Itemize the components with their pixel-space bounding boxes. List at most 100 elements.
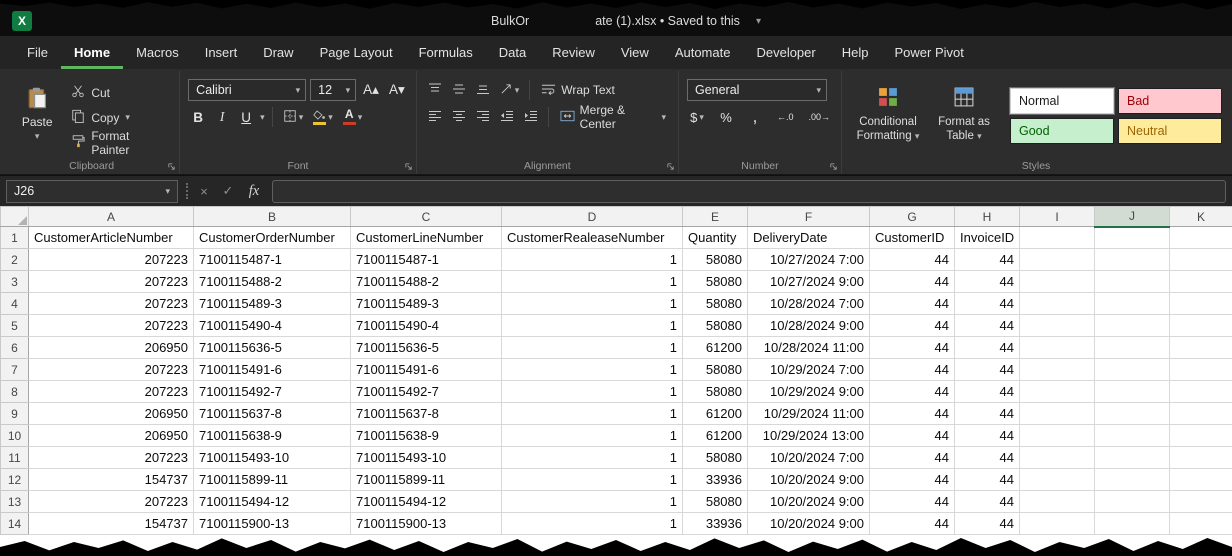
- cell-F5[interactable]: 10/28/2024 9:00: [748, 315, 870, 337]
- cell-A7[interactable]: 207223: [29, 359, 194, 381]
- cancel-entry-icon[interactable]: ×: [196, 184, 212, 199]
- column-header-K[interactable]: K: [1170, 207, 1232, 227]
- cell-F10[interactable]: 10/29/2024 13:00: [748, 425, 870, 447]
- cell-I4[interactable]: [1020, 293, 1095, 315]
- cell-G9[interactable]: 44: [870, 403, 955, 425]
- orientation-button[interactable]: ▾: [497, 79, 523, 101]
- cell-G1[interactable]: CustomerID: [870, 227, 955, 249]
- cell-F4[interactable]: 10/28/2024 7:00: [748, 293, 870, 315]
- cell-K11[interactable]: [1170, 447, 1232, 469]
- cell-B7[interactable]: 7100115491-6: [194, 359, 351, 381]
- cell-G5[interactable]: 44: [870, 315, 955, 337]
- cell-I9[interactable]: [1020, 403, 1095, 425]
- cell-D1[interactable]: CustomerRealeaseNumber: [502, 227, 683, 249]
- underline-button[interactable]: U: [236, 106, 256, 128]
- cell-I14[interactable]: [1020, 513, 1095, 535]
- column-header-C[interactable]: C: [351, 207, 502, 227]
- cell-I1[interactable]: [1020, 227, 1095, 249]
- italic-button[interactable]: I: [212, 106, 232, 128]
- cell-A4[interactable]: 207223: [29, 293, 194, 315]
- cell-G8[interactable]: 44: [870, 381, 955, 403]
- cell-C13[interactable]: 7100115494-12: [351, 491, 502, 513]
- cell-J6[interactable]: [1095, 337, 1170, 359]
- cell-H7[interactable]: 44: [955, 359, 1020, 381]
- cell-H9[interactable]: 44: [955, 403, 1020, 425]
- ribbon-tab-macros[interactable]: Macros: [123, 36, 192, 69]
- cell-D14[interactable]: 1: [502, 513, 683, 535]
- align-center-button[interactable]: [449, 106, 469, 128]
- cell-B6[interactable]: 7100115636-5: [194, 337, 351, 359]
- cell-I6[interactable]: [1020, 337, 1095, 359]
- font-color-button[interactable]: A ▾: [340, 106, 366, 128]
- cell-A14[interactable]: 154737: [29, 513, 194, 535]
- cell-B8[interactable]: 7100115492-7: [194, 381, 351, 403]
- cell-style-neutral[interactable]: Neutral: [1118, 118, 1222, 144]
- cell-D10[interactable]: 1: [502, 425, 683, 447]
- cell-K4[interactable]: [1170, 293, 1232, 315]
- increase-indent-button[interactable]: [521, 106, 541, 128]
- cell-A10[interactable]: 206950: [29, 425, 194, 447]
- row-header-10[interactable]: 10: [1, 425, 29, 447]
- cell-F9[interactable]: 10/29/2024 11:00: [748, 403, 870, 425]
- cell-E3[interactable]: 58080: [683, 271, 748, 293]
- cell-C3[interactable]: 7100115488-2: [351, 271, 502, 293]
- cell-style-bad[interactable]: Bad: [1118, 88, 1222, 114]
- cell-B9[interactable]: 7100115637-8: [194, 403, 351, 425]
- number-format-select[interactable]: General ▾: [687, 79, 827, 101]
- cell-D7[interactable]: 1: [502, 359, 683, 381]
- cell-H2[interactable]: 44: [955, 249, 1020, 271]
- column-header-E[interactable]: E: [683, 207, 748, 227]
- cell-I13[interactable]: [1020, 491, 1095, 513]
- cell-E4[interactable]: 58080: [683, 293, 748, 315]
- cell-I3[interactable]: [1020, 271, 1095, 293]
- cell-style-normal[interactable]: Normal: [1010, 88, 1114, 114]
- bold-button[interactable]: B: [188, 106, 208, 128]
- comma-style-button[interactable]: ,: [745, 106, 765, 128]
- row-header-14[interactable]: 14: [1, 513, 29, 535]
- cell-D12[interactable]: 1: [502, 469, 683, 491]
- cell-B1[interactable]: CustomerOrderNumber: [194, 227, 351, 249]
- cell-A12[interactable]: 154737: [29, 469, 194, 491]
- column-header-B[interactable]: B: [194, 207, 351, 227]
- align-top-button[interactable]: [425, 79, 445, 101]
- cell-J14[interactable]: [1095, 513, 1170, 535]
- cell-D13[interactable]: 1: [502, 491, 683, 513]
- formula-input[interactable]: [272, 180, 1226, 203]
- cell-J3[interactable]: [1095, 271, 1170, 293]
- cell-J10[interactable]: [1095, 425, 1170, 447]
- cell-C12[interactable]: 7100115899-11: [351, 469, 502, 491]
- cell-G14[interactable]: 44: [870, 513, 955, 535]
- increase-decimal-button[interactable]: ←.0: [774, 106, 797, 128]
- cell-F1[interactable]: DeliveryDate: [748, 227, 870, 249]
- cell-A2[interactable]: 207223: [29, 249, 194, 271]
- name-box[interactable]: J26 ▾: [6, 180, 178, 203]
- cell-K6[interactable]: [1170, 337, 1232, 359]
- cell-E1[interactable]: Quantity: [683, 227, 748, 249]
- row-header-7[interactable]: 7: [1, 359, 29, 381]
- cell-J9[interactable]: [1095, 403, 1170, 425]
- cell-E13[interactable]: 58080: [683, 491, 748, 513]
- cell-G12[interactable]: 44: [870, 469, 955, 491]
- cell-B4[interactable]: 7100115489-3: [194, 293, 351, 315]
- cell-G10[interactable]: 44: [870, 425, 955, 447]
- cell-K13[interactable]: [1170, 491, 1232, 513]
- cell-E12[interactable]: 33936: [683, 469, 748, 491]
- grow-font-button[interactable]: A▴: [360, 79, 382, 101]
- cell-A11[interactable]: 207223: [29, 447, 194, 469]
- cell-I5[interactable]: [1020, 315, 1095, 337]
- cell-I11[interactable]: [1020, 447, 1095, 469]
- cell-B11[interactable]: 7100115493-10: [194, 447, 351, 469]
- align-middle-button[interactable]: [449, 79, 469, 101]
- cell-H8[interactable]: 44: [955, 381, 1020, 403]
- cell-G7[interactable]: 44: [870, 359, 955, 381]
- cell-B5[interactable]: 7100115490-4: [194, 315, 351, 337]
- cell-D11[interactable]: 1: [502, 447, 683, 469]
- copy-button[interactable]: Copy ▾: [67, 107, 171, 128]
- column-header-A[interactable]: A: [29, 207, 194, 227]
- cell-J5[interactable]: [1095, 315, 1170, 337]
- number-dialog-launcher-icon[interactable]: [829, 162, 838, 171]
- cell-C14[interactable]: 7100115900-13: [351, 513, 502, 535]
- cell-A9[interactable]: 206950: [29, 403, 194, 425]
- cell-K7[interactable]: [1170, 359, 1232, 381]
- column-header-F[interactable]: F: [748, 207, 870, 227]
